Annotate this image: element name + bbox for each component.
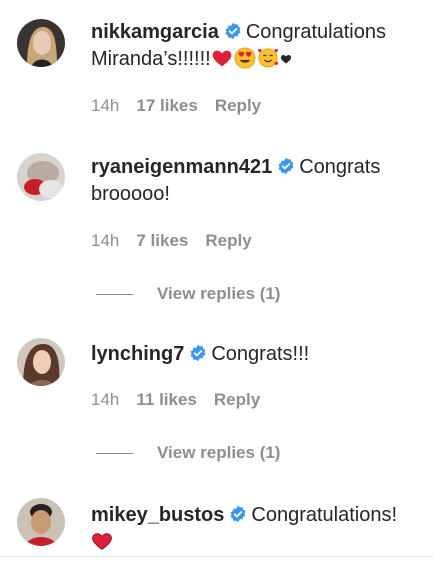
- comment-body: lynching7 Congrats!!!: [91, 341, 415, 368]
- smiling-face-with-hearts-emoji-icon: [257, 48, 278, 68]
- black-heart-emoji-icon: [280, 55, 291, 64]
- comment-body: mikey_bustos Congratulations!: [91, 502, 415, 556]
- comment-meta: 14h 17 likes Reply: [91, 96, 261, 116]
- verified-badge-icon: [190, 344, 206, 362]
- replies-divider: [96, 452, 133, 454]
- divider: [0, 556, 433, 557]
- avatar[interactable]: [17, 19, 65, 67]
- comment-username[interactable]: nikkamgarcia: [91, 21, 219, 43]
- comment-meta: 14h 7 likes Reply: [91, 231, 252, 251]
- likes-count[interactable]: 17 likes: [136, 96, 197, 116]
- replies-divider: [96, 293, 133, 295]
- avatar[interactable]: [17, 153, 65, 201]
- verified-badge-icon: [278, 157, 294, 175]
- verified-badge-icon: [225, 22, 241, 40]
- comment-body: nikkamgarcia Congratulations Miranda’s!!!…: [91, 19, 415, 73]
- view-replies-label: View replies (1): [157, 443, 281, 462]
- view-replies-label: View replies (1): [157, 284, 281, 303]
- comment-timestamp[interactable]: 14h: [91, 231, 119, 251]
- comment-username[interactable]: mikey_bustos: [91, 504, 224, 526]
- comment-timestamp[interactable]: 14h: [91, 96, 119, 116]
- likes-count[interactable]: 11 likes: [136, 390, 197, 410]
- likes-count[interactable]: 7 likes: [136, 231, 188, 251]
- view-replies-button[interactable]: View replies (1): [96, 443, 280, 463]
- comment-meta: 14h 11 likes Reply: [91, 390, 260, 410]
- comment-text: Congrats!!!: [211, 343, 310, 365]
- red-heart-emoji-icon: [212, 50, 232, 67]
- view-replies-button[interactable]: View replies (1): [96, 284, 280, 304]
- comment-username[interactable]: lynching7: [91, 343, 184, 365]
- verified-badge-icon: [230, 505, 246, 523]
- red-heart-emoji-icon: [92, 533, 112, 550]
- reply-button[interactable]: Reply: [214, 390, 260, 410]
- comment-text: Congratulations!: [251, 504, 398, 526]
- heart-eyes-emoji-icon: [234, 47, 256, 69]
- reply-button[interactable]: Reply: [215, 96, 261, 116]
- avatar[interactable]: [17, 498, 65, 546]
- avatar[interactable]: [17, 338, 65, 386]
- comment-timestamp[interactable]: 14h: [91, 390, 119, 410]
- reply-button[interactable]: Reply: [205, 231, 251, 251]
- comment-body: ryaneigenmann421 Congrats brooooo!: [91, 154, 415, 208]
- comment-username[interactable]: ryaneigenmann421: [91, 156, 272, 178]
